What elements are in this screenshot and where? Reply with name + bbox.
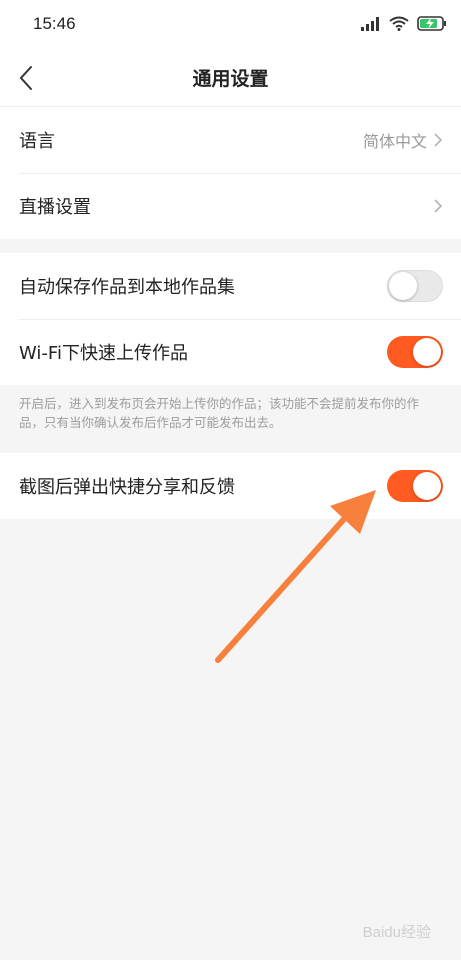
auto-save-right (387, 253, 443, 319)
auto-save-label: 自动保存作品到本地作品集 (19, 277, 235, 298)
settings-group-share: 截图后弹出快捷分享和反馈 (0, 453, 461, 519)
settings-group-general: 语言 简体中文 直播设置 (0, 107, 461, 239)
wifi-upload-right (387, 319, 443, 385)
live-settings-label: 直播设置 (19, 197, 91, 218)
screenshot-share-right (387, 453, 443, 519)
status-icons (361, 16, 447, 31)
status-bar: 15:46 (0, 0, 461, 50)
wifi-upload-toggle[interactable] (387, 336, 443, 368)
auto-save-row: 自动保存作品到本地作品集 (0, 253, 461, 319)
language-row[interactable]: 语言 简体中文 (0, 107, 461, 173)
toggle-knob (389, 272, 417, 300)
battery-charging-icon (417, 16, 446, 31)
nav-bar: 通用设置 (0, 50, 461, 107)
auto-save-toggle[interactable] (387, 270, 443, 302)
chevron-right-icon (434, 133, 443, 147)
settings-group-upload: 自动保存作品到本地作品集 Wi-Fi下快速上传作品 (0, 253, 461, 385)
screenshot-share-label: 截图后弹出快捷分享和反馈 (19, 477, 235, 498)
baidu-watermark: Baidu经验 (362, 924, 431, 941)
live-settings-row[interactable]: 直播设置 (0, 173, 461, 239)
wifi-upload-label: Wi-Fi下快速上传作品 (19, 343, 188, 364)
language-label: 语言 (19, 131, 55, 152)
status-time: 15:46 (33, 14, 76, 33)
signal-icon (361, 16, 379, 31)
wifi-upload-note: 开启后，进入到发布页会开始上传你的作品；该功能不会提前发布你的作品，只有当你确认… (19, 396, 420, 430)
page-title: 通用设置 (192, 68, 269, 90)
wifi-upload-row: Wi-Fi下快速上传作品 (0, 319, 461, 385)
live-settings-right (433, 173, 443, 239)
language-right: 简体中文 (363, 107, 443, 173)
screenshot-share-toggle[interactable] (387, 470, 443, 502)
wifi-icon (389, 16, 409, 31)
language-value: 简体中文 (362, 132, 427, 151)
screenshot-share-row: 截图后弹出快捷分享和反馈 (0, 453, 461, 519)
toggle-knob (413, 338, 441, 366)
chevron-right-icon (434, 199, 443, 213)
toggle-knob (413, 472, 441, 500)
